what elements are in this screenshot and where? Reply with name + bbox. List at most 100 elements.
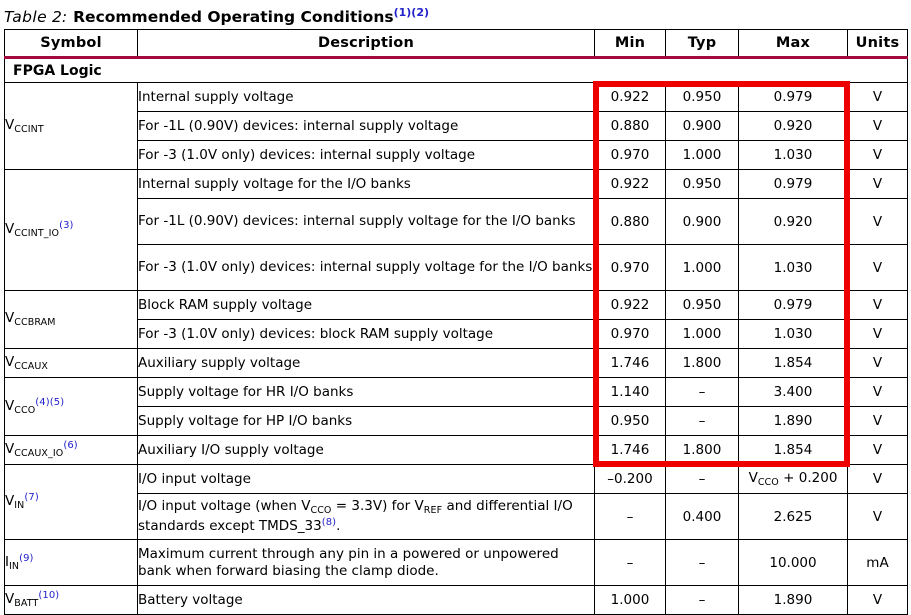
cell-description: Maximum current through any pin in a pow… xyxy=(137,539,595,586)
cell-symbol: IIN(9) xyxy=(4,539,138,586)
cell-min: –0.200 xyxy=(594,464,666,494)
cell-units: V xyxy=(847,319,908,349)
cell-typ: 0.900 xyxy=(665,198,739,245)
table-row: For -3 (1.0V only) devices: internal sup… xyxy=(5,244,908,291)
cell-units: V xyxy=(847,111,908,141)
symbol-subscript: CCO xyxy=(14,404,36,416)
cell-units: V xyxy=(847,169,908,199)
cell-typ: 1.800 xyxy=(665,435,739,465)
cell-min: 0.922 xyxy=(594,82,666,112)
cell-min: 1.140 xyxy=(594,377,666,407)
cell-symbol: VBATT(10) xyxy=(4,585,138,615)
column-header-units: Units xyxy=(847,29,908,59)
table-row: VCCAUX Auxiliary supply voltage 1.746 1.800… xyxy=(4,348,908,378)
cell-description: For -3 (1.0V only) devices: internal sup… xyxy=(137,140,595,170)
cell-description: Battery voltage xyxy=(137,585,595,615)
cell-min: 1.746 xyxy=(594,435,666,465)
cell-units: mA xyxy=(847,539,908,586)
cell-typ: 1.000 xyxy=(665,319,739,349)
cell-units: V xyxy=(847,435,908,465)
footnote-ref[interactable]: (10) xyxy=(38,590,59,601)
cell-typ: 0.950 xyxy=(665,290,739,320)
table-row: IIN(9) Maximum current through any pin in… xyxy=(4,539,908,586)
footnote-ref[interactable]: (9) xyxy=(19,553,33,564)
caption-label: Table xyxy=(4,8,48,26)
operating-conditions-table: Symbol Description Min Typ Max Units FPG… xyxy=(4,29,908,615)
cell-description: Auxiliary I/O supply voltage xyxy=(137,435,595,465)
table-row: VBATT(10) Battery voltage 1.000–1.890 V xyxy=(4,585,908,615)
cell-max: 1.854 xyxy=(738,348,848,378)
symbol-subscript: CCINT_IO xyxy=(14,228,60,240)
cell-units: V xyxy=(847,585,908,615)
cell-max: 1.854 xyxy=(738,435,848,465)
table-row: For -1L (0.90V) devices: internal supply… xyxy=(5,111,908,141)
footnote-ref[interactable]: (6) xyxy=(63,440,77,451)
cell-min: 0.950 xyxy=(594,406,666,436)
cell-description: I/O input voltage (when VCCO = 3.3V) for… xyxy=(137,493,595,540)
column-header-min: Min xyxy=(594,29,666,59)
section-row-fpga-logic: FPGA Logic xyxy=(4,57,908,83)
table-row: For -3 (1.0V only) devices: internal sup… xyxy=(5,140,908,170)
table-row: Supply voltage for HP I/O banks 0.950–1.8… xyxy=(5,406,908,436)
cell-max: VCCO + 0.200 xyxy=(738,464,848,494)
cell-typ: – xyxy=(665,464,739,494)
cell-units: V xyxy=(847,493,908,540)
cell-min: – xyxy=(594,539,666,586)
cell-max: 1.030 xyxy=(738,140,848,170)
cell-max: 1.890 xyxy=(738,406,848,436)
cell-description: For -1L (0.90V) devices: internal supply… xyxy=(137,111,595,141)
cell-units: V xyxy=(847,244,908,291)
symbol-subscript: IN xyxy=(8,560,20,572)
table-row: For -1L (0.90V) devices: internal supply… xyxy=(5,198,908,245)
cell-min: 0.922 xyxy=(594,290,666,320)
table-header-row: Symbol Description Min Typ Max Units xyxy=(4,29,908,59)
datasheet-table-page: Table 2: Recommended Operating Conditions(… xyxy=(0,0,911,615)
footnote-ref[interactable]: (8) xyxy=(322,517,336,528)
cell-units: V xyxy=(847,198,908,245)
cell-min: – xyxy=(594,493,666,540)
cell-min: 0.880 xyxy=(594,111,666,141)
table-row: I/O input voltage (when VCCO = 3.3V) for… xyxy=(5,493,908,540)
cell-max: 2.625 xyxy=(738,493,848,540)
footnote-ref[interactable]: (7) xyxy=(24,492,38,503)
cell-typ: – xyxy=(665,406,739,436)
cell-units: V xyxy=(847,406,908,436)
cell-min: 0.970 xyxy=(594,319,666,349)
column-header-symbol: Symbol xyxy=(4,29,138,59)
cell-max: 0.979 xyxy=(738,82,848,112)
cell-typ: 0.400 xyxy=(665,493,739,540)
cell-max: 0.920 xyxy=(738,111,848,141)
cell-description: Auxiliary supply voltage xyxy=(137,348,595,378)
cell-typ: 0.900 xyxy=(665,111,739,141)
cell-description: Internal supply voltage xyxy=(137,82,595,112)
table-body: FPGA Logic V CCINT Internal supply voltage… xyxy=(4,57,908,615)
cell-symbol: VCCINT_IO(3) xyxy=(4,169,138,291)
cell-max: 0.979 xyxy=(738,290,848,320)
caption-footnote-refs[interactable]: (1)(2) xyxy=(394,6,429,19)
cell-max: 1.030 xyxy=(738,319,848,349)
cell-max: 0.979 xyxy=(738,169,848,199)
cell-min: 0.970 xyxy=(594,140,666,170)
symbol-subscript: CCAUX_IO xyxy=(14,448,64,460)
footnote-ref[interactable]: (4)(5) xyxy=(35,397,64,408)
table-row: VCCINT_IO(3) Internal supply voltage for … xyxy=(4,169,908,291)
cell-typ: 0.950 xyxy=(665,82,739,112)
symbol-subscript: CCINT xyxy=(14,123,44,135)
symbol-subscript: BATT xyxy=(14,598,39,610)
cell-typ: – xyxy=(665,377,739,407)
cell-symbol: VCCAUX xyxy=(4,348,138,378)
table-row: For -3 (1.0V only) devices: block RAM su… xyxy=(5,319,908,349)
cell-units: V xyxy=(847,140,908,170)
cell-symbol: VCCBRAM xyxy=(4,290,138,349)
cell-max: 10.000 xyxy=(738,539,848,586)
column-header-typ: Typ xyxy=(665,29,739,59)
symbol-subscript: CCBRAM xyxy=(14,317,56,329)
footnote-ref[interactable]: (3) xyxy=(59,220,73,231)
cell-typ: 0.950 xyxy=(665,169,739,199)
cell-symbol: VIN(7) xyxy=(4,464,138,540)
table-row: V CCAUX_IO(6) Auxiliary I/O supply voltage… xyxy=(4,435,908,465)
cell-units: V xyxy=(847,377,908,407)
cell-typ: – xyxy=(665,539,739,586)
table-row: VIN(7) I/O input voltage –0.200– VCCO + 0.2… xyxy=(4,464,908,540)
cell-min: 0.880 xyxy=(594,198,666,245)
